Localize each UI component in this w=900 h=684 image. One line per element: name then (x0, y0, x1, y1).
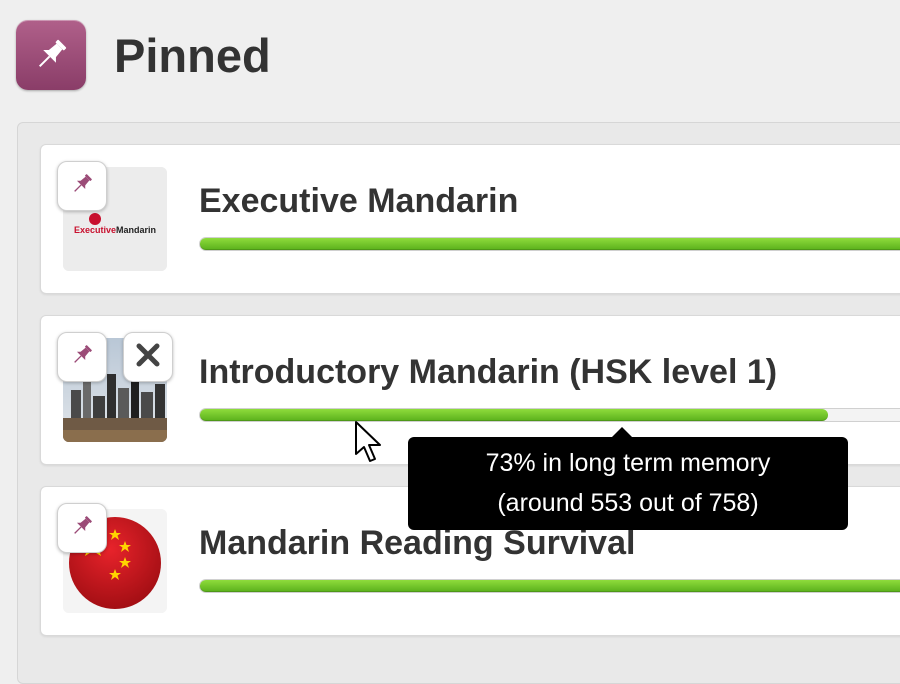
pushpin-icon (16, 20, 86, 90)
pushpin-icon (69, 171, 95, 202)
pinned-header: Pinned (16, 20, 271, 90)
course-card[interactable]: ExecutiveMandarin Executive Mandarin (40, 144, 900, 294)
progress-tooltip: 73% in long term memory (around 553 out … (408, 437, 848, 530)
progress-bar[interactable] (199, 579, 900, 593)
page-title: Pinned (114, 28, 271, 82)
progress-bar[interactable] (199, 237, 900, 251)
unpin-button[interactable] (57, 161, 107, 211)
progress-fill (200, 238, 900, 250)
course-title[interactable]: Executive Mandarin (199, 182, 518, 221)
pushpin-icon (69, 342, 95, 373)
unpin-button[interactable] (57, 503, 107, 553)
course-title[interactable]: Introductory Mandarin (HSK level 1) (199, 353, 777, 392)
svg-text:ExecutiveMandarin: ExecutiveMandarin (74, 225, 156, 235)
progress-fill (200, 409, 828, 421)
unpin-button[interactable] (57, 332, 107, 382)
pushpin-icon (69, 513, 95, 544)
tooltip-line-1: 73% in long term memory (485, 449, 771, 477)
close-icon (135, 342, 161, 373)
remove-course-button[interactable] (123, 332, 173, 382)
progress-bar[interactable] (199, 408, 900, 422)
mouse-pointer-icon (354, 420, 382, 469)
progress-fill (200, 580, 900, 592)
tooltip-line-2: (around 553 out of 758) (497, 489, 759, 517)
